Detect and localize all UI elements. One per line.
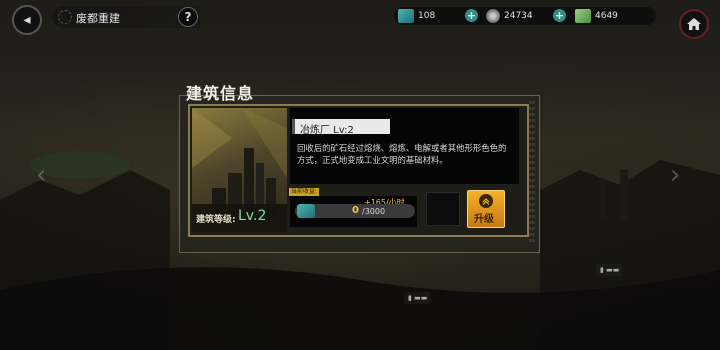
empty-slot <box>426 192 460 226</box>
back-arrow-icon: ◂ <box>23 12 31 28</box>
home-button[interactable] <box>679 9 709 39</box>
next-arrow-icon[interactable]: › <box>670 160 680 190</box>
gear-icon <box>58 10 72 24</box>
home-icon <box>687 18 701 30</box>
building-name: 冶炼厂 Lv:2 <box>300 125 354 136</box>
resource-cash: 4649 <box>575 7 618 25</box>
upgrade-label[interactable]: 升级 <box>474 210 494 225</box>
dialog-title: 建筑信息 <box>186 84 255 103</box>
cash-icon <box>575 9 591 23</box>
dialog-scrollbar[interactable] <box>529 101 535 243</box>
map-label[interactable]: ▮ ▬▬ <box>404 292 432 304</box>
resource-gear-coin: 24734 <box>486 7 533 25</box>
prev-arrow-icon[interactable]: ‹ <box>36 160 46 190</box>
map-label[interactable]: ▮ ▬▬ <box>596 264 624 276</box>
page-title: 废都重建 <box>76 12 120 25</box>
income-tag: 当前收益: <box>289 188 320 196</box>
resource-value: 108 <box>418 11 436 21</box>
add-gear-coin-button[interactable]: + <box>553 9 566 22</box>
add-data-chip-button[interactable]: + <box>465 9 478 22</box>
back-button[interactable]: ◂ <box>12 5 42 35</box>
building-level-label: 建筑等级: <box>196 215 236 225</box>
upgrade-arrow-icon <box>479 194 493 208</box>
help-button[interactable]: ? <box>178 7 198 27</box>
data-chip-icon <box>398 9 414 23</box>
income-current: 0 <box>352 205 359 216</box>
resource-data-chip: 108 <box>398 7 435 25</box>
gear-coin-icon <box>486 9 500 23</box>
resource-value: 24734 <box>504 11 533 21</box>
data-chip-icon <box>297 204 315 218</box>
income-max: /3000 <box>362 207 386 216</box>
building-description: 回收后的矿石经过熔烧、熔炼、电解或者其他形形色色的方式，正式地变成工业文明的基础… <box>297 143 507 165</box>
building-level-value: Lv.2 <box>238 208 267 224</box>
resource-value: 4649 <box>595 11 618 21</box>
